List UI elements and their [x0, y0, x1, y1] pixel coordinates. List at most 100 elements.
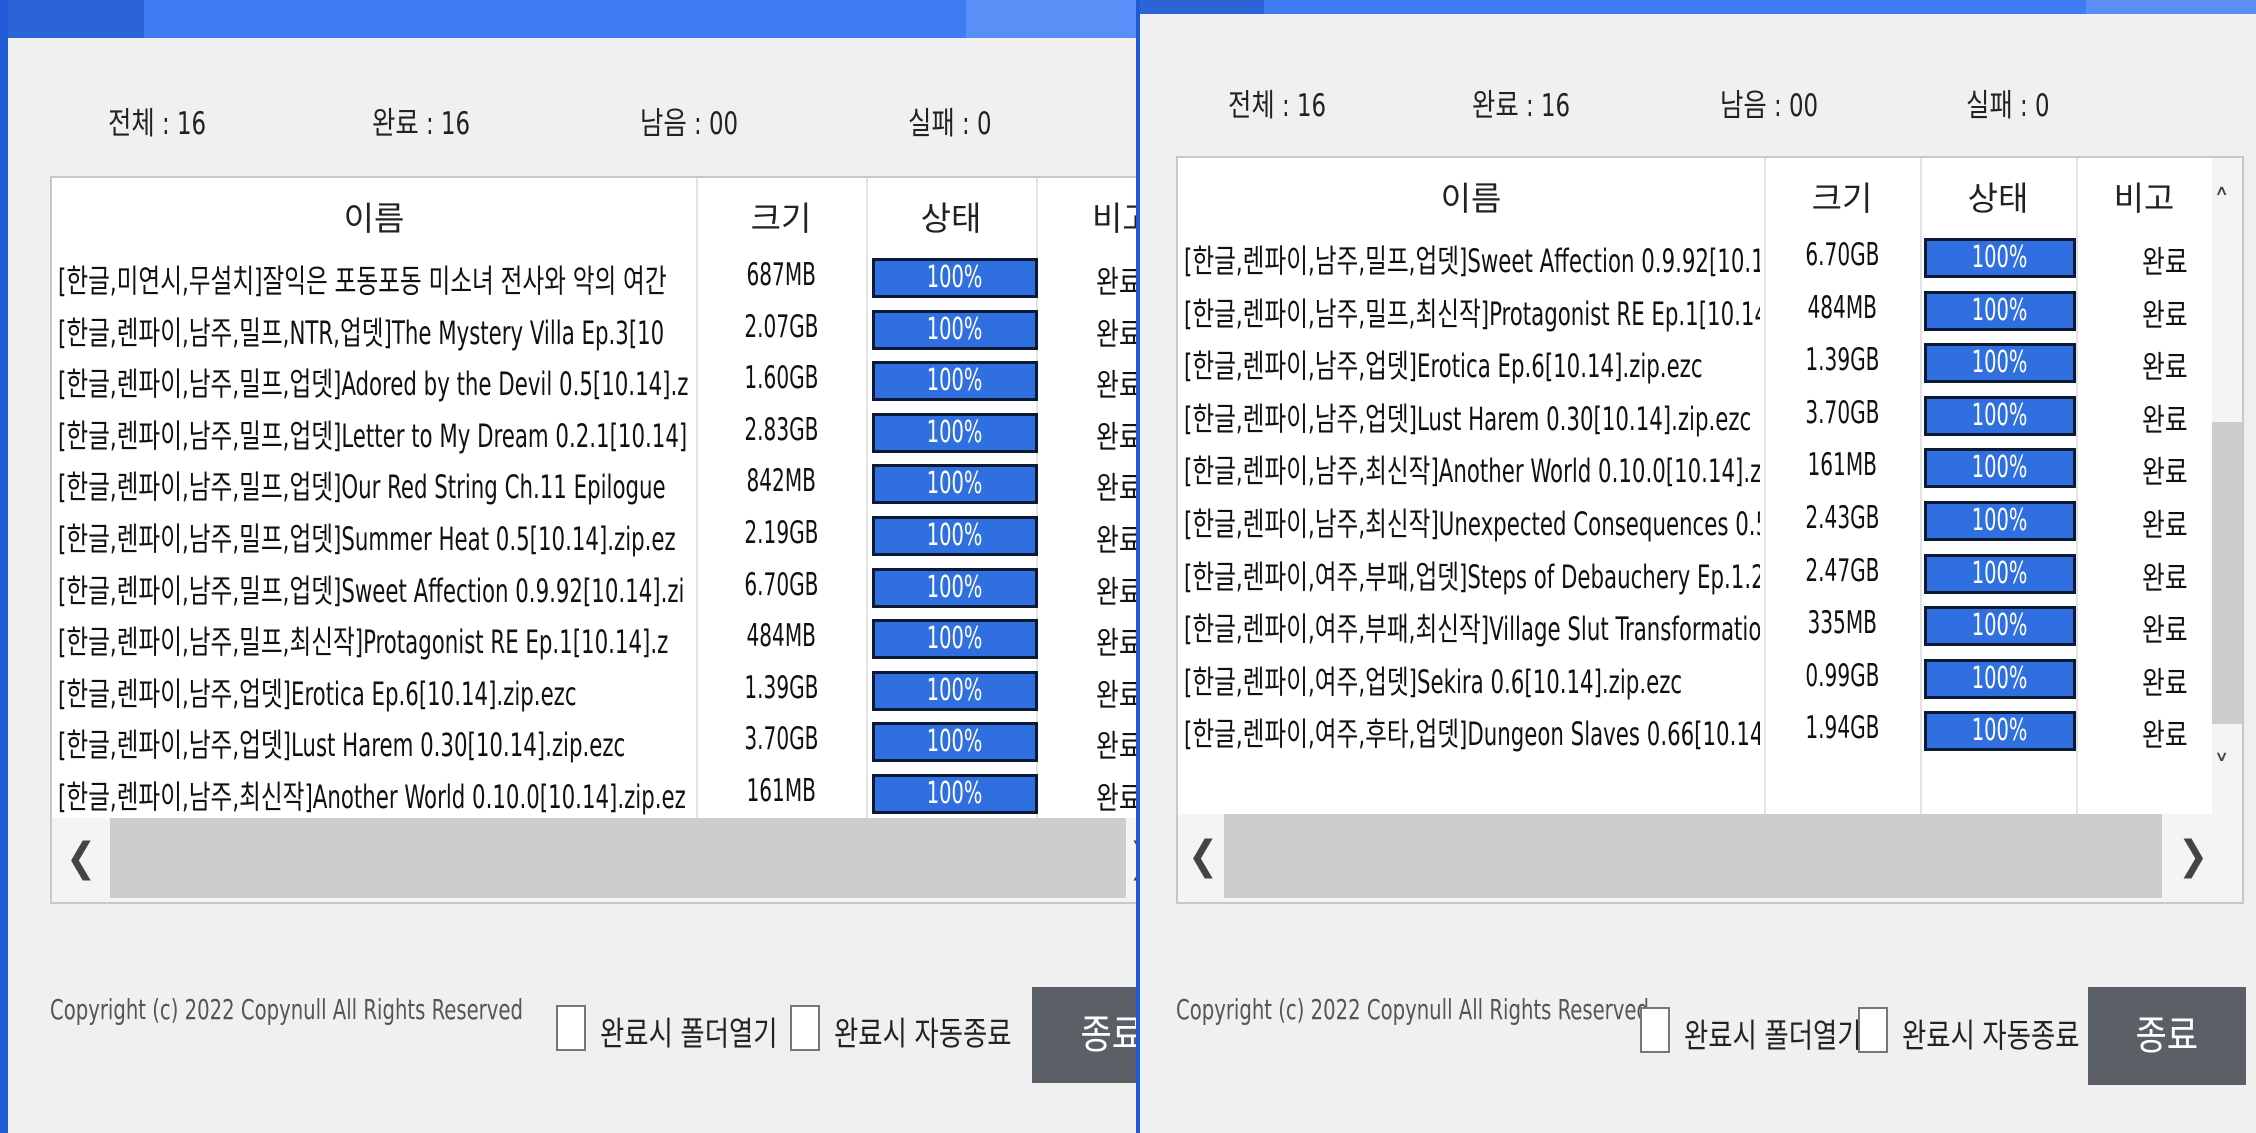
- close-button[interactable]: 종료: [2088, 987, 2246, 1085]
- file-size: 2.47GB: [1804, 552, 1880, 589]
- table-row[interactable]: [한글,렌파이,남주,밀프,업뎃]Sweet Affection 0.9.92[…: [1178, 232, 2208, 285]
- table-row[interactable]: [한글,렌파이,남주,최신작]Another World 0.10.0[10.1…: [52, 768, 1136, 820]
- status-note: 완료: [1096, 626, 1136, 663]
- title-bar-segment: [8, 0, 144, 38]
- table-row[interactable]: [한글,렌파이,남주,업뎃]Lust Harem 0.30[10.14].zip…: [1178, 390, 2208, 443]
- progress-bar: 100%: [1924, 238, 2076, 278]
- footer: Copyright (c) 2022 Copynull All Rights R…: [8, 941, 1136, 1133]
- left-download-window: 전체 : 16 완료 : 16 남음 : 00 실패 : 0 이름 크기 상태 …: [0, 0, 1136, 1133]
- file-name: [한글,렌파이,남주,최신작]Another World 0.10.0[10.1…: [58, 778, 686, 816]
- title-bar[interactable]: [8, 0, 1136, 38]
- progress-bar: 100%: [1924, 501, 2076, 541]
- table-row[interactable]: [한글,렌파이,남주,밀프,업뎃]Our Red String Ch.11 Ep…: [52, 458, 1136, 510]
- progress-percent: 100%: [927, 363, 983, 399]
- status-note: 완료: [2142, 665, 2188, 702]
- download-list[interactable]: 이름 크기 상태 비고 [한글,미연시,무설치]잘익은 포동포동 미소녀 전사와…: [50, 176, 1136, 904]
- file-size: 1.39GB: [1804, 342, 1880, 379]
- column-header-name[interactable]: 이름: [1178, 172, 1764, 220]
- progress-percent: 100%: [927, 724, 983, 760]
- table-row[interactable]: [한글,렌파이,남주,업뎃]Lust Harem 0.30[10.14].zip…: [52, 716, 1136, 768]
- file-name: [한글,렌파이,남주,최신작]Unexpected Consequences 0…: [1184, 505, 1760, 543]
- status-note: 완료: [1096, 523, 1136, 559]
- remaining-count: 남음 : 00: [1720, 88, 1819, 124]
- scrollbar-thumb[interactable]: [110, 818, 1126, 898]
- close-button[interactable]: 종료: [1032, 987, 1136, 1083]
- table-row[interactable]: [한글,렌파이,남주,밀프,업뎃]Adored by the Devil 0.5…: [52, 355, 1136, 407]
- auto-close-label[interactable]: 완료시 자동종료: [834, 1007, 1012, 1055]
- copyright-text: Copyright (c) 2022 Copynull All Rights R…: [50, 993, 523, 1026]
- column-header-status[interactable]: 상태: [1920, 172, 2076, 220]
- horizontal-scrollbar[interactable]: ❮ ❯: [1178, 814, 2242, 902]
- file-name: [한글,렌파이,남주,업뎃]Lust Harem 0.30[10.14].zip…: [1184, 399, 1752, 438]
- status-note: 완료: [1096, 677, 1136, 714]
- table-row[interactable]: [한글,렌파이,남주,밀프,NTR,업뎃]The Mystery Villa E…: [52, 304, 1136, 356]
- progress-percent: 100%: [927, 311, 983, 347]
- column-header-size[interactable]: 크기: [1764, 172, 1920, 220]
- table-row[interactable]: [한글,렌파이,남주,밀프,업뎃]Sweet Affection 0.9.92[…: [52, 562, 1136, 614]
- progress-bar: 100%: [1924, 658, 2076, 699]
- done-count: 완료 : 16: [372, 106, 471, 142]
- progress-percent: 100%: [1972, 713, 2028, 749]
- chevron-left-icon[interactable]: ❮: [1188, 836, 1218, 876]
- close-button-label: 종료: [2135, 1013, 2199, 1059]
- table-row[interactable]: [한글,렌파이,남주,최신작]Another World 0.10.0[10.1…: [1178, 442, 2208, 495]
- table-row[interactable]: [한글,렌파이,남주,최신작]Unexpected Consequences 0…: [1178, 495, 2208, 548]
- table-row[interactable]: [한글,렌파이,여주,업뎃]Sekira 0.6[10.14].zip.ezc 0…: [1178, 653, 2208, 706]
- table-row[interactable]: [한글,렌파이,여주,부패,최신작]Village Slut Transform…: [1178, 600, 2208, 653]
- chevron-right-icon[interactable]: ❯: [2178, 836, 2208, 876]
- progress-bar: 100%: [872, 567, 1038, 608]
- scrollbar-thumb[interactable]: [1224, 814, 2162, 898]
- table-row[interactable]: [한글,렌파이,남주,밀프,최신작]Protagonist RE Ep.1[10…: [52, 613, 1136, 665]
- table-row[interactable]: [한글,렌파이,남주,밀프,업뎃]Letter to My Dream 0.2.…: [52, 407, 1136, 459]
- status-note: 완료: [2142, 297, 2188, 334]
- file-name: [한글,렌파이,여주,부패,최신작]Village Slut Transform…: [1184, 610, 1760, 649]
- status-note: 완료: [2142, 508, 2188, 544]
- close-button-label: 종료: [1080, 1012, 1136, 1058]
- file-name: [한글,렌파이,남주,밀프,업뎃]Sweet Affection 0.9.92[…: [1184, 242, 1760, 280]
- table-row[interactable]: [한글,렌파이,남주,밀프,최신작]Protagonist RE Ep.1[10…: [1178, 285, 2208, 338]
- table-row[interactable]: [한글,렌파이,여주,후타,업뎃]Dungeon Slaves 0.66[10.…: [1178, 705, 2208, 758]
- file-size: 161MB: [746, 773, 816, 809]
- auto-close-checkbox[interactable]: [1858, 1007, 1888, 1053]
- chevron-up-icon[interactable]: ˄: [2214, 186, 2229, 220]
- open-folder-checkbox[interactable]: [1640, 1007, 1670, 1053]
- status-note: 완료: [1096, 574, 1136, 611]
- status-note: 완료: [2142, 402, 2188, 439]
- table-row[interactable]: [한글,미연시,무설치]잘익은 포동포동 미소녀 전사와 악의 여간 687MB 1…: [52, 252, 1136, 304]
- open-folder-label[interactable]: 완료시 폴더열기: [1684, 1009, 1862, 1057]
- file-size: 1.39GB: [743, 669, 819, 706]
- horizontal-scrollbar[interactable]: ❮ ❯: [52, 818, 1136, 902]
- file-name: [한글,렌파이,남주,밀프,업뎃]Letter to My Dream 0.2.…: [58, 416, 688, 455]
- progress-percent: 100%: [927, 414, 983, 450]
- file-size: 0.99GB: [1804, 657, 1880, 694]
- file-size: 161MB: [1807, 447, 1877, 484]
- chevron-right-icon[interactable]: ❯: [1128, 838, 1136, 878]
- table-row[interactable]: [한글,렌파이,남주,밀프,업뎃]Summer Heat 0.5[10.14].…: [52, 510, 1136, 562]
- file-name: [한글,렌파이,남주,밀프,NTR,업뎃]The Mystery Villa E…: [58, 313, 665, 352]
- auto-close-checkbox[interactable]: [790, 1005, 820, 1051]
- column-header-status[interactable]: 상태: [866, 192, 1036, 240]
- download-list[interactable]: 이름 크기 상태 비고 [한글,렌파이,남주,밀프,업뎃]Sweet Affec…: [1176, 156, 2244, 904]
- column-header-note[interactable]: 비고: [2076, 172, 2212, 220]
- progress-bar: 100%: [1924, 395, 2076, 436]
- auto-close-label[interactable]: 완료시 자동종료: [1902, 1009, 2080, 1057]
- progress-percent: 100%: [927, 518, 983, 553]
- column-header-name[interactable]: 이름: [52, 192, 696, 240]
- file-size: 842MB: [746, 463, 816, 500]
- table-row[interactable]: [한글,렌파이,남주,업뎃]Erotica Ep.6[10.14].zip.ez…: [1178, 337, 2208, 390]
- chevron-left-icon[interactable]: ❮: [66, 838, 96, 878]
- chevron-down-icon[interactable]: ˅: [2214, 752, 2229, 786]
- table-row[interactable]: [한글,렌파이,여주,부패,업뎃]Steps of Debauchery Ep.…: [1178, 548, 2208, 601]
- status-note: 완료: [1096, 471, 1136, 508]
- table-row[interactable]: [한글,렌파이,남주,업뎃]Erotica Ep.6[10.14].zip.ez…: [52, 665, 1136, 717]
- title-bar[interactable]: [1140, 0, 2256, 14]
- open-folder-label[interactable]: 완료시 폴더열기: [600, 1007, 778, 1055]
- file-size: 3.70GB: [743, 721, 819, 758]
- progress-bar: 100%: [872, 516, 1038, 556]
- column-header-size[interactable]: 크기: [696, 192, 866, 240]
- vertical-scrollbar[interactable]: ˄ ˅: [2212, 158, 2242, 814]
- column-header-note[interactable]: 비고: [1092, 192, 1136, 240]
- remaining-count: 남음 : 00: [640, 106, 739, 142]
- scrollbar-thumb[interactable]: [2212, 422, 2242, 724]
- open-folder-checkbox[interactable]: [556, 1005, 586, 1051]
